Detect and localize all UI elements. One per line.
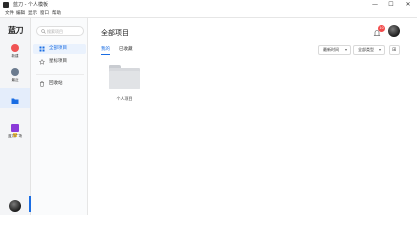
rail-item-label: 蓝刀广场: [8, 134, 22, 138]
rail-item-recent[interactable]: 最近: [0, 66, 30, 86]
search-placeholder: 搜索项目: [47, 29, 63, 34]
plus-icon: [11, 44, 19, 57]
minimize-button[interactable]: —: [367, 0, 383, 10]
rail-item-label: 新建: [11, 54, 19, 58]
folder-card[interactable]: [109, 65, 140, 90]
sort-select-value: 最新时间: [323, 47, 339, 52]
folder-icon: [11, 90, 19, 104]
menu-file[interactable]: 文件: [5, 10, 14, 18]
rail-item-label: 项目: [11, 100, 19, 104]
close-button[interactable]: ✕: [400, 0, 416, 10]
sort-select[interactable]: 最新时间 ▾: [318, 45, 351, 55]
plaza-icon: [11, 124, 19, 137]
rail-item-label: 最近: [11, 78, 19, 82]
menu-window[interactable]: 窗口: [40, 10, 49, 18]
type-select-value: 全部类型: [358, 47, 374, 52]
notification-button[interactable]: 10: [372, 25, 385, 39]
sidebar-item-all-projects[interactable]: 全部项目: [33, 44, 86, 54]
rail-item-projects[interactable]: 项目: [0, 88, 30, 108]
grid-view-button[interactable]: ⊞: [389, 45, 400, 55]
menu-help[interactable]: 帮助: [52, 10, 61, 18]
app-icon: [3, 2, 9, 8]
sidebar-item-label: 全部项目: [49, 46, 67, 51]
left-rail: 蓝刀 新建 最近 项目 蓝刀广场: [0, 18, 30, 215]
type-select[interactable]: 全部类型 ▾: [353, 45, 385, 55]
menu-view[interactable]: 显示: [28, 10, 37, 18]
main-content: 全部项目 10 我的 已收藏 最新时间 ▾ 全部类型 ▾ ⊞ 个人项目: [89, 18, 417, 215]
chevron-down-icon: ▾: [344, 47, 347, 52]
page-title: 全部项目: [101, 29, 129, 37]
clock-icon: [11, 68, 19, 81]
sidebar-item-starred[interactable]: 星标项目: [33, 57, 86, 67]
menu-bar: 文件 编辑 显示 窗口 帮助: [0, 10, 417, 18]
rail-item-new[interactable]: 新建: [0, 42, 30, 62]
header-avatar[interactable]: [388, 25, 400, 37]
window-title: 蓝刀 - 个人模板: [13, 2, 48, 8]
title-bar: 蓝刀 - 个人模板 — ☐ ✕: [0, 0, 417, 10]
tab-mine[interactable]: 我的: [101, 46, 110, 55]
sidebar-divider: [36, 74, 84, 75]
search-input[interactable]: 搜索项目: [36, 26, 84, 36]
folder-icon: [109, 71, 140, 89]
grid-view-icon: ⊞: [392, 47, 397, 53]
user-avatar[interactable]: [9, 200, 21, 212]
folder-label[interactable]: 个人项目: [103, 96, 146, 102]
star-icon: [38, 58, 46, 67]
grid-icon: [39, 46, 45, 54]
tab-favorites[interactable]: 已收藏: [119, 46, 133, 54]
sidebar-item-label: 回收站: [49, 81, 63, 86]
search-icon: [41, 29, 46, 36]
sidebar-item-trash[interactable]: 回收站: [33, 79, 86, 89]
maximize-button[interactable]: ☐: [383, 0, 399, 10]
sidebar-item-label: 星标项目: [49, 59, 67, 64]
menu-edit[interactable]: 编辑: [16, 10, 25, 18]
trash-icon: [39, 81, 45, 89]
notification-badge: 10: [378, 25, 385, 32]
app-logo: 蓝刀: [8, 26, 24, 35]
chevron-down-icon: ▾: [378, 47, 381, 52]
project-sidebar: 搜索项目 全部项目 星标项目 回收站: [31, 18, 88, 215]
rail-item-plaza[interactable]: 蓝刀广场: [0, 122, 30, 142]
